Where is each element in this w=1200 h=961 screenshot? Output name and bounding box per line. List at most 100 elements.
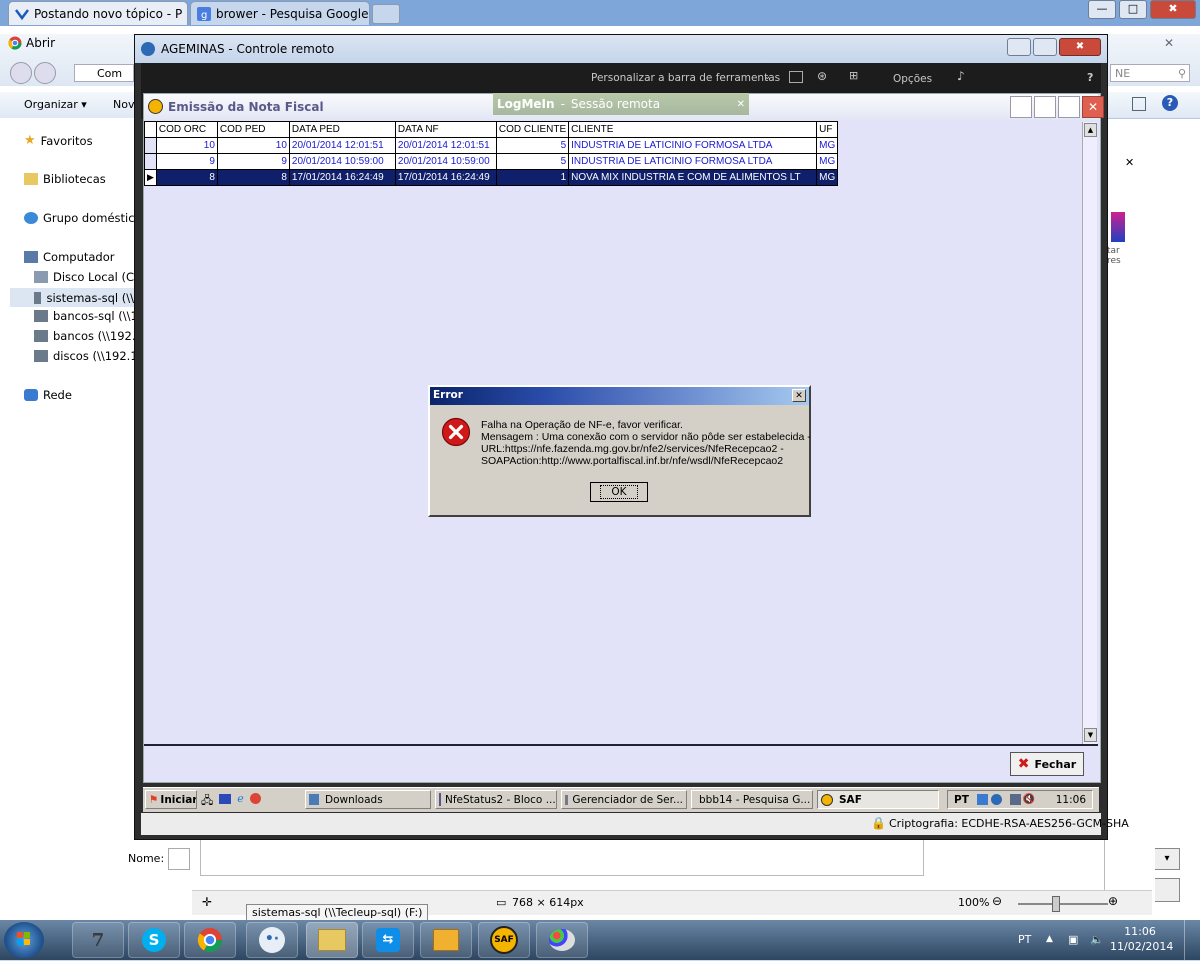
forward-button[interactable]	[34, 62, 56, 84]
tray-app-icon[interactable]	[976, 794, 988, 805]
zoom-slider-thumb[interactable]	[1052, 896, 1060, 912]
nav-network[interactable]: Rede	[24, 388, 72, 402]
window-icon[interactable]	[789, 71, 803, 83]
column-header[interactable]: UF	[816, 121, 839, 138]
filename-input[interactable]	[168, 848, 190, 870]
close-button[interactable]: ✕	[1082, 96, 1104, 118]
table-row-selected[interactable]: ▶ 8 8 17/01/2014 16:24:49 17/01/2014 16:…	[144, 169, 839, 186]
logmein-tray-icon[interactable]	[990, 794, 1002, 805]
back-button[interactable]	[10, 62, 32, 84]
browser-tab-google[interactable]: g brower - Pesquisa Google ✕	[190, 1, 370, 25]
volume-muted-icon[interactable]: 🔇	[1023, 794, 1035, 805]
save-button[interactable]	[1154, 878, 1180, 902]
taskbar-item-downloads[interactable]: Downloads	[305, 790, 431, 809]
nav-libraries[interactable]: Bibliotecas	[24, 172, 106, 186]
taskbar-item-saf[interactable]: SAF	[817, 790, 939, 809]
nav-bancos-sql[interactable]: bancos-sql (\\19	[34, 309, 145, 323]
maximize-button[interactable]	[1058, 96, 1080, 118]
maximize-button[interactable]: □	[1119, 0, 1147, 19]
nav-favorites[interactable]: ★ Favoritos	[24, 133, 93, 148]
taskbar-7zip[interactable]: 7	[72, 922, 124, 958]
volume-muted-icon[interactable]: 🔈	[1090, 933, 1104, 946]
row-indicator-header	[144, 121, 157, 138]
filetype-dropdown[interactable]: ▾	[1154, 848, 1180, 870]
banner-close-icon[interactable]: ✕	[737, 99, 745, 110]
multi-monitor-icon[interactable]: ⊛	[817, 69, 827, 83]
browser-tab-postando[interactable]: Postando novo tópico - P ✕	[8, 1, 188, 25]
nav-bancos[interactable]: bancos (\\192.16	[34, 329, 150, 343]
nav-sistemas-sql[interactable]: sistemas-sql (\\	[10, 288, 134, 307]
taskbar-teamviewer[interactable]: ⇆	[362, 922, 414, 958]
nav-local-disk[interactable]: Disco Local (C:)	[34, 270, 142, 284]
mute-icon[interactable]: ♪	[957, 69, 965, 83]
taskbar-paint[interactable]	[536, 922, 588, 958]
language-indicator[interactable]: PT	[954, 794, 969, 806]
maximize-button[interactable]	[1033, 38, 1057, 56]
scroll-down-arrow-icon[interactable]: ▼	[1084, 728, 1097, 742]
close-tab-icon[interactable]: ✕	[368, 7, 369, 20]
fechar-button[interactable]: ✖ Fechar	[1010, 752, 1084, 776]
new-tab-button[interactable]	[372, 4, 400, 24]
close-tab-icon[interactable]: ✕	[182, 7, 187, 20]
language-indicator[interactable]: PT	[1018, 933, 1031, 946]
search-placeholder: NE	[1115, 67, 1131, 80]
close-button[interactable]: ✖	[1150, 0, 1196, 19]
nav-homegroup[interactable]: Grupo doméstico	[24, 211, 142, 225]
show-hidden-icons[interactable]: ▲	[1046, 934, 1053, 944]
grid-vertical-scrollbar[interactable]: ▲ ▼	[1082, 122, 1097, 744]
organize-menu[interactable]: Organizar ▾	[24, 98, 87, 111]
ie-icon[interactable]: ℯ	[237, 792, 244, 811]
chrome-icon[interactable]	[249, 793, 261, 804]
minimize-button[interactable]: —	[1088, 0, 1116, 19]
start-orb[interactable]	[4, 922, 44, 958]
new-folder-button[interactable]: Nov	[113, 98, 134, 111]
column-header[interactable]: CLIENTE	[568, 121, 818, 138]
chevron-down-icon[interactable]: ⌄	[763, 71, 771, 82]
minimize-button[interactable]	[1034, 96, 1056, 118]
scroll-up-arrow-icon[interactable]: ▲	[1084, 123, 1097, 137]
column-header[interactable]: COD ORC	[155, 121, 218, 138]
minimize-button[interactable]	[1007, 38, 1031, 56]
zoom-slider-track[interactable]	[1018, 903, 1108, 905]
taskbar-skype[interactable]: S	[128, 922, 180, 958]
taskbar-logmein[interactable]: •·	[246, 922, 298, 958]
network-tray-icon[interactable]: ▣	[1068, 933, 1078, 946]
close-button[interactable]: ✖	[1059, 38, 1101, 56]
show-desktop-button[interactable]	[1184, 920, 1200, 960]
taskbar-explorer[interactable]	[306, 922, 358, 958]
zoom-out-icon[interactable]: ⊖	[992, 894, 1002, 908]
table-row[interactable]: 10 10 20/01/2014 12:01:51 20/01/2014 12:…	[144, 137, 839, 154]
options-button[interactable]: Opções	[893, 73, 932, 85]
table-row[interactable]: 9 9 20/01/2014 10:59:00 20/01/2014 10:59…	[144, 153, 839, 170]
desktop-icon[interactable]	[219, 794, 232, 804]
network-tray-icon[interactable]	[1009, 794, 1021, 805]
nav-computer[interactable]: Computador	[24, 250, 114, 264]
column-header[interactable]: COD PED	[216, 121, 290, 138]
ok-button[interactable]: OK	[590, 482, 648, 502]
network-icon[interactable]: ⊞	[849, 69, 858, 82]
preview-pane-icon[interactable]	[1132, 97, 1146, 111]
taskbar-item-chrome[interactable]: bbb14 - Pesquisa G...	[691, 790, 813, 809]
zoom-in-icon[interactable]: ⊕	[1108, 894, 1118, 908]
help-icon[interactable]: ?	[1162, 95, 1178, 111]
help-button[interactable]: ?	[1087, 71, 1093, 84]
customize-toolbar-link[interactable]: Personalizar a barra de ferramentas	[591, 72, 780, 84]
nav-discos[interactable]: discos (\\192.16	[34, 349, 145, 363]
taskbar-chrome[interactable]	[184, 922, 236, 958]
address-bar[interactable]: Com	[74, 64, 134, 82]
start-button[interactable]: ⚑ Iniciar	[145, 790, 197, 809]
search-input[interactable]: NE ⚲	[1110, 64, 1190, 82]
system-clock[interactable]: 11:06 11/02/2014	[1110, 924, 1173, 954]
taskbar-item-services[interactable]: Gerenciador de Ser...	[561, 790, 687, 809]
taskbar-saf[interactable]: SAF	[478, 922, 530, 958]
restore-button[interactable]	[1010, 96, 1032, 118]
error-close-button[interactable]: ✕	[792, 389, 806, 402]
column-header[interactable]: DATA PED	[288, 121, 396, 138]
network-icon[interactable]: 🖧	[201, 792, 213, 811]
column-header[interactable]: COD CLIENTE	[495, 121, 570, 138]
explorer-close-icon[interactable]: ✕	[1164, 36, 1174, 50]
panel-close-icon[interactable]: ✕	[1125, 156, 1134, 169]
taskbar-outlook[interactable]	[420, 922, 472, 958]
taskbar-item-notepad[interactable]: NfeStatus2 - Bloco ...	[435, 790, 557, 809]
column-header[interactable]: DATA NF	[394, 121, 497, 138]
